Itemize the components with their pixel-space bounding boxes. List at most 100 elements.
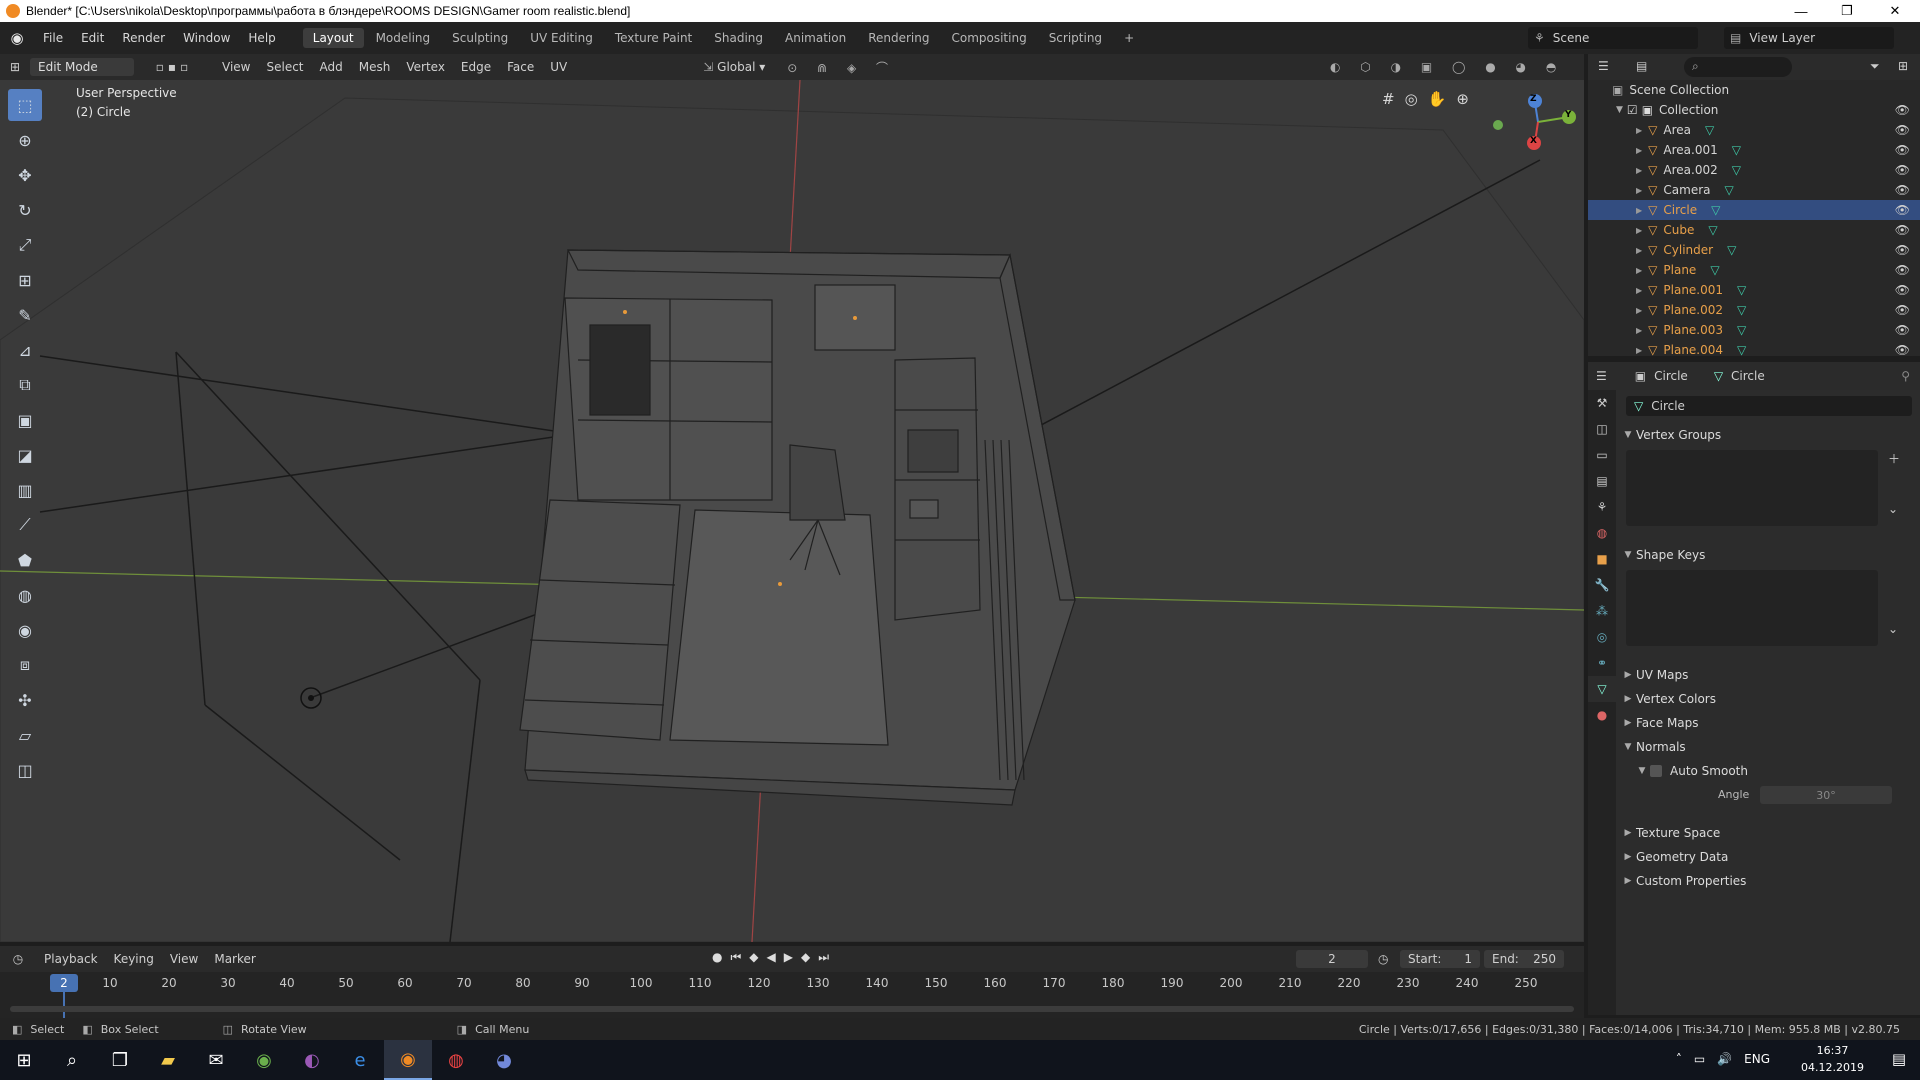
mode-dropdown[interactable]: Edit Mode [30,58,134,76]
mesh-name-field[interactable]: ▽ Circle [1626,396,1912,416]
visibility-eye-icon[interactable]: 👁 [1895,183,1910,197]
expand-arrow-icon[interactable]: ▶ [1636,346,1642,355]
loop-cut-tool-icon[interactable]: ▥ [8,474,42,506]
visibility-eye-icon[interactable]: 👁 [1895,103,1910,117]
visibility-eye-icon[interactable]: 👁 [1895,163,1910,177]
jump-start-icon[interactable]: ⏮ [730,950,741,968]
particles-tab-icon[interactable]: ⁂ [1588,598,1616,624]
visibility-eye-icon[interactable]: 👁 [1895,323,1910,337]
outliner-item[interactable]: ▶ ▽ Plane.003 ▽ 👁 [1588,320,1920,340]
end-frame-field[interactable]: End: 250 [1484,950,1564,968]
pan-hand-icon[interactable]: ✋ [1428,90,1447,114]
pivot-snap-icons[interactable]: ⊙ ⋒ ◈ ⌒ [787,59,896,76]
menu-file[interactable]: File [34,31,72,45]
visibility-eye-icon[interactable]: 👁 [1895,263,1910,277]
shape-key-menu-icon[interactable]: ⌄ [1888,622,1898,636]
volume-icon[interactable]: 🔊 [1717,1052,1732,1066]
tray-expand-icon[interactable]: ˄ [1676,1052,1682,1066]
vertex-groups-list[interactable] [1626,450,1878,526]
workspace-tab-compositing[interactable]: Compositing [941,28,1036,48]
menu-face[interactable]: Face [499,60,542,74]
annotate-tool-icon[interactable]: ✎ [8,299,42,331]
shape-keys-panel[interactable]: ▼ Shape Keys [1616,544,1920,566]
expand-arrow-icon[interactable]: ▶ [1636,286,1642,295]
expand-arrow-icon[interactable]: ▶ [1636,226,1642,235]
outliner-item[interactable]: ▶ ▽ Plane.002 ▽ 👁 [1588,300,1920,320]
task-view-icon[interactable]: ❐ [96,1040,144,1080]
select-mode-icons[interactable]: ▫▪▫ [134,60,214,74]
filter-icon[interactable]: ⏷ [1870,59,1880,74]
outliner-item[interactable]: ▶ ▽ Plane ▽ 👁 [1588,260,1920,280]
mail-icon[interactable]: ✉ [192,1040,240,1080]
visibility-eye-icon[interactable]: 👁 [1895,143,1910,157]
workspace-tab-uv-editing[interactable]: UV Editing [520,28,603,48]
maximize-button[interactable]: ❐ [1824,0,1870,22]
outliner-item[interactable]: ▶ ▽ Camera ▽ 👁 [1588,180,1920,200]
expand-arrow-icon[interactable]: ▶ [1636,306,1642,315]
timeline-editor-icon[interactable]: ◷ [0,952,36,966]
outliner-item[interactable]: ▶ ▽ Plane.001 ▽ 👁 [1588,280,1920,300]
outliner-item[interactable]: ▶ ▽ Area.002 ▽ 👁 [1588,160,1920,180]
menu-mesh[interactable]: Mesh [351,60,399,74]
toggle-grid-icon[interactable]: # [1382,90,1395,114]
new-collection-icon[interactable]: ⊞ [1898,59,1908,73]
zoom-icon[interactable]: ⊕ [1456,90,1469,114]
extrude-tool-icon[interactable]: ⧉ [8,369,42,401]
menu-help[interactable]: Help [239,31,284,45]
rip-tool-icon[interactable]: ◫ [8,754,42,786]
menu-timeline-view[interactable]: View [162,952,206,966]
shear-tool-icon[interactable]: ▱ [8,719,42,751]
outliner-item[interactable]: ▶ ▽ Cube ▽ 👁 [1588,220,1920,240]
play-icon[interactable]: ▶ [784,950,793,968]
outliner-item[interactable]: ▶ ▽ Circle ▽ 👁 [1588,200,1920,220]
overlay-shading-icons[interactable]: ◐ ⬡ ◑ ▣ ◯ ● ◕ ◓ [1330,60,1564,74]
shape-keys-list[interactable] [1626,570,1878,646]
tool-tab-icon[interactable]: ⚒ [1588,390,1616,416]
utorrent-icon[interactable]: ◉ [240,1040,288,1080]
visibility-eye-icon[interactable]: 👁 [1895,123,1910,137]
workspace-tab-texture-paint[interactable]: Texture Paint [605,28,702,48]
auto-smooth-checkbox[interactable] [1650,765,1662,777]
clock-icon[interactable]: ◷ [1378,952,1388,966]
expand-arrow-icon[interactable]: ▼ [1616,105,1623,115]
visibility-eye-icon[interactable]: 👁 [1895,243,1910,257]
close-button[interactable]: ✕ [1872,0,1918,22]
start-frame-field[interactable]: Start: 1 [1400,950,1480,968]
orientation-dropdown[interactable]: ⇲ Global ▾ [695,60,773,74]
notifications-icon[interactable]: ▤ [1892,1050,1906,1068]
menu-keying[interactable]: Keying [106,952,162,966]
playhead-marker[interactable]: 2 [50,974,78,992]
menu-view[interactable]: View [214,60,258,74]
normals-panel[interactable]: ▼ Normals [1616,736,1920,758]
menu-edit[interactable]: Edit [72,31,113,45]
menu-select[interactable]: Select [258,60,311,74]
view-layer-tab-icon[interactable]: ▤ [1588,468,1616,494]
custom-properties-panel[interactable]: ▶ Custom Properties [1616,870,1920,892]
visibility-eye-icon[interactable]: 👁 [1895,223,1910,237]
minimize-button[interactable]: — [1778,0,1824,22]
next-keyframe-icon[interactable]: ◆ [801,950,810,968]
outliner-editor-icon[interactable]: ☰ [1598,59,1609,73]
add-workspace-button[interactable]: + [1114,28,1144,48]
visibility-eye-icon[interactable]: 👁 [1895,203,1910,217]
expand-arrow-icon[interactable]: ▶ [1636,186,1642,195]
menu-window[interactable]: Window [174,31,239,45]
workspace-tab-rendering[interactable]: Rendering [858,28,939,48]
discord-icon[interactable]: ◕ [480,1040,528,1080]
geometry-data-panel[interactable]: ▶ Geometry Data [1616,846,1920,868]
outliner-item[interactable]: ▶ ▽ Plane.004 ▽ 👁 [1588,340,1920,360]
workspace-tab-modeling[interactable]: Modeling [366,28,441,48]
vertex-colors-panel[interactable]: ▶ Vertex Colors [1616,688,1920,710]
prev-keyframe-icon[interactable]: ◆ [749,950,758,968]
record-icon[interactable]: ● [712,950,722,968]
chrome-icon[interactable]: ◍ [432,1040,480,1080]
vertex-group-menu-icon[interactable]: ⌄ [1888,502,1898,516]
current-frame-field[interactable]: 2 [1296,950,1368,968]
outliner-item[interactable]: ▶ ▽ Area ▽ 👁 [1588,120,1920,140]
view-layer-selector[interactable]: ▤ View Layer [1724,27,1894,49]
timeline-scrollbar[interactable] [10,1006,1574,1012]
clock[interactable]: 16:37 04.12.2019 [1801,1042,1864,1076]
bevel-tool-icon[interactable]: ◪ [8,439,42,471]
modifier-tab-icon[interactable]: 🔧 [1588,572,1616,598]
search-icon[interactable]: ⌕ [48,1040,96,1080]
